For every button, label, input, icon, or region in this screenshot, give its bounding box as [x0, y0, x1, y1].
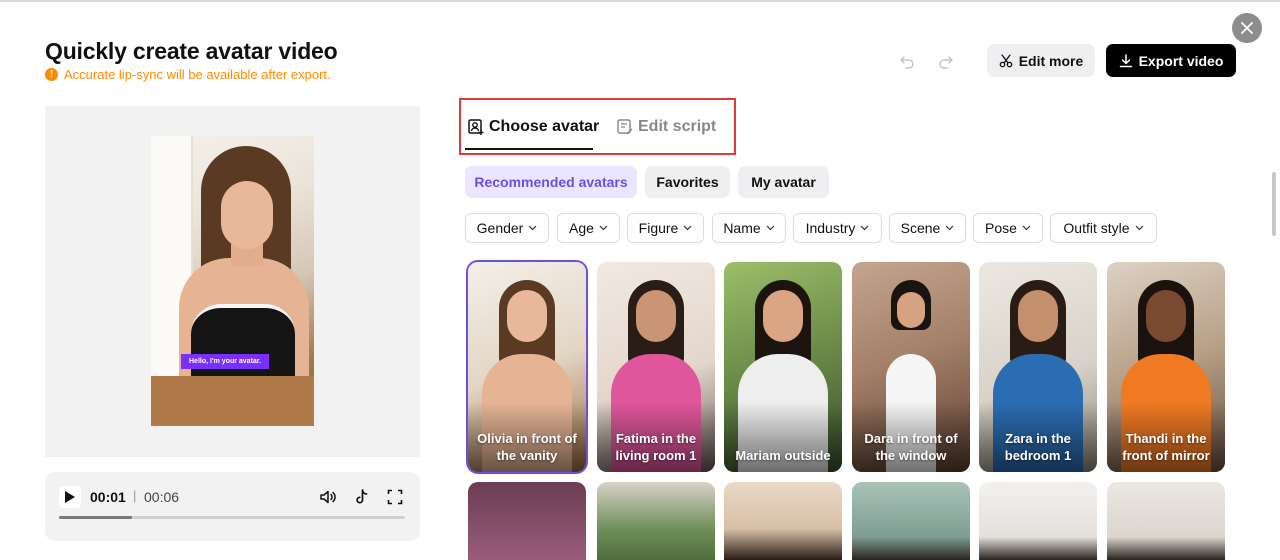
tab-edit-script[interactable]: Edit script [616, 118, 716, 136]
info-icon: ! [45, 68, 58, 81]
active-tab-indicator [465, 148, 593, 150]
notice-text: Accurate lip-sync will be available afte… [64, 67, 331, 82]
tab-choose-avatar-label: Choose avatar [489, 118, 600, 135]
avatar-card[interactable]: Thandi in the front of mirror [1107, 262, 1225, 472]
undo-button[interactable] [898, 52, 916, 70]
avatar-card[interactable] [1107, 482, 1225, 560]
category-my-avatar[interactable]: My avatar [738, 166, 829, 198]
redo-button[interactable] [937, 52, 955, 70]
close-icon [1241, 22, 1253, 34]
tiktok-icon [356, 489, 368, 504]
script-edit-icon [617, 119, 633, 135]
preview-caption: Hello, I'm your avatar. [181, 354, 270, 369]
chevron-down-icon [766, 225, 775, 231]
scissors-icon [999, 53, 1013, 67]
fullscreen-icon [387, 489, 403, 505]
filter-age[interactable]: Age [557, 213, 620, 243]
avatar-card[interactable] [468, 482, 586, 560]
progress-fill [59, 516, 132, 519]
avatar-card-name: Fatima in the living room 1 [615, 431, 697, 463]
filter-label: Industry [805, 220, 856, 236]
download-icon [1119, 53, 1132, 67]
chevron-down-icon [1022, 225, 1031, 231]
export-video-button[interactable]: Export video [1106, 44, 1236, 77]
chevron-down-icon [599, 225, 608, 231]
avatar-card[interactable]: Zara in the bedroom 1 [979, 262, 1097, 472]
chevron-down-icon [528, 225, 537, 231]
avatar-card[interactable]: Dara in front of the window [852, 262, 970, 472]
edit-more-button[interactable]: Edit more [987, 44, 1095, 77]
redo-icon [939, 56, 953, 69]
tab-edit-script-label: Edit script [638, 118, 717, 135]
play-button[interactable] [59, 486, 81, 508]
avatar-card[interactable] [597, 482, 715, 560]
filter-pose[interactable]: Pose [973, 213, 1043, 243]
filter-label: Outfit style [1063, 220, 1130, 236]
avatar-card-name: Thandi in the front of mirror [1122, 431, 1210, 463]
avatar-card-name: Olivia in front of the vanity [477, 431, 577, 463]
filter-name[interactable]: Name [712, 213, 786, 243]
filter-label: Pose [985, 220, 1017, 236]
filter-figure[interactable]: Figure [627, 213, 704, 243]
lip-sync-notice: ! Accurate lip-sync will be available af… [45, 67, 331, 82]
chevron-down-icon [860, 225, 869, 231]
chevron-down-icon [1135, 225, 1143, 231]
category-recommended-avatars[interactable]: Recommended avatars [465, 166, 637, 198]
avatar-card[interactable] [852, 482, 970, 560]
time-separator: | [133, 488, 137, 503]
current-time: 00:01 [90, 489, 126, 505]
video-player-controls: 00:01 | 00:06 [45, 472, 420, 541]
filter-label: Name [723, 220, 761, 236]
fullscreen-button[interactable] [385, 487, 405, 507]
avatar-card[interactable] [724, 482, 842, 560]
filter-scene[interactable]: Scene [889, 213, 966, 243]
avatar-preview-image [151, 136, 314, 426]
tiktok-button[interactable] [352, 487, 372, 507]
avatar-card-name: Dara in front of the window [864, 431, 958, 463]
video-preview: Hello, I'm your avatar. [45, 106, 420, 457]
avatar-card[interactable]: Olivia in front of the vanity [468, 262, 586, 472]
filter-label: Figure [638, 220, 679, 236]
edit-more-label: Edit more [1018, 52, 1084, 69]
undo-icon [900, 56, 914, 69]
volume-button[interactable] [318, 487, 338, 507]
avatar-add-icon [468, 119, 484, 135]
category-favorites[interactable]: Favorites [645, 166, 730, 198]
avatar-card-name: Zara in the bedroom 1 [1004, 431, 1072, 463]
filter-gender[interactable]: Gender [465, 213, 549, 243]
filter-label: Age [569, 220, 594, 236]
page-title: Quickly create avatar video [45, 38, 338, 64]
close-button[interactable] [1232, 13, 1262, 43]
avatar-card[interactable]: Mariam outside [724, 262, 842, 472]
chevron-down-icon [945, 225, 954, 231]
filter-industry[interactable]: Industry [793, 213, 882, 243]
avatar-card[interactable]: Fatima in the living room 1 [597, 262, 715, 472]
filter-label: Scene [900, 220, 941, 236]
volume-icon [320, 490, 336, 504]
top-border [0, 0, 1280, 2]
tab-choose-avatar[interactable]: Choose avatar [467, 118, 599, 136]
play-icon [65, 491, 75, 503]
filter-outfit-style[interactable]: Outfit style [1050, 213, 1157, 243]
avatar-card[interactable] [979, 482, 1097, 560]
chevron-down-icon [683, 225, 692, 231]
filter-label: Gender [476, 220, 524, 236]
total-time: 00:06 [144, 489, 180, 505]
scrollbar-thumb[interactable] [1272, 172, 1276, 236]
progress-track[interactable] [59, 516, 405, 519]
export-label: Export video [1138, 52, 1224, 69]
avatar-card-name: Mariam outside [735, 448, 831, 463]
